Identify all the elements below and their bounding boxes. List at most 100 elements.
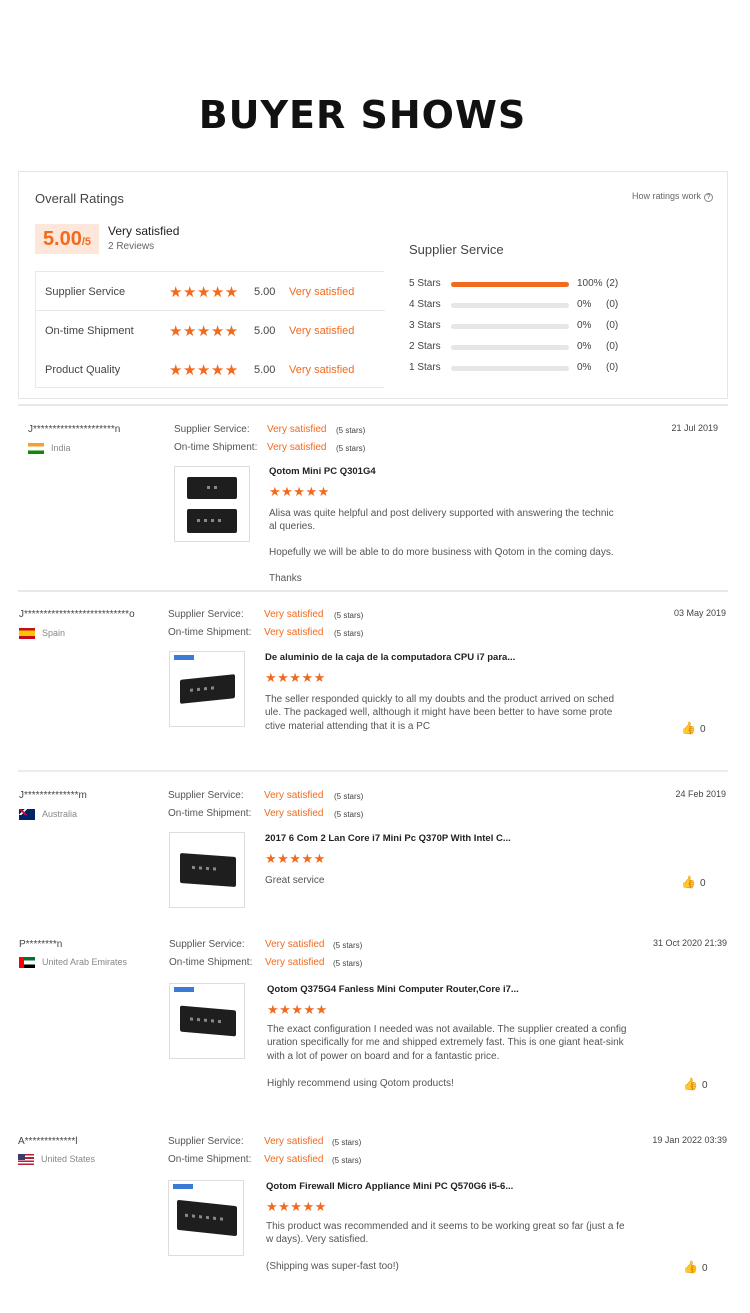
breakdown-label: 1 Stars	[409, 362, 441, 373]
review-text: The exact configuration I needed was not…	[267, 1024, 627, 1035]
review-text: ule. The packaged well, although it migh…	[265, 707, 613, 718]
like-button[interactable]: 👍 0	[681, 875, 706, 889]
mini-pc-image	[180, 674, 235, 704]
like-count: 0	[699, 724, 706, 735]
breakdown-row: 2 Stars 0% (0)	[409, 340, 729, 354]
breakdown-row: 5 Stars 100% (2)	[409, 277, 729, 291]
overall-ratings-header: Overall Ratings	[35, 191, 124, 206]
mini-pc-image	[187, 509, 237, 533]
shipment-stars: (5 stars)	[336, 444, 366, 453]
category-stars-icon: ★★★★★	[169, 284, 239, 301]
category-value: 5.00	[254, 325, 276, 337]
review-user: J**************m	[19, 790, 87, 801]
like-button[interactable]: 👍 0	[683, 1260, 708, 1274]
mini-pc-image	[187, 477, 237, 499]
like-count: 0	[699, 878, 706, 889]
breakdown-count: (0)	[606, 362, 619, 373]
breakdown-track	[451, 282, 569, 287]
product-thumbnail[interactable]	[169, 983, 245, 1059]
overall-ratings-card: Overall Ratings How ratings work? 5.00/5…	[18, 171, 728, 399]
breakdown-label: 4 Stars	[409, 299, 441, 310]
breakdown-title: Supplier Service	[409, 242, 504, 257]
breakdown-count: (0)	[606, 299, 619, 310]
product-title-link[interactable]: 2017 6 Com 2 Lan Core i7 Mini Pc Q370P W…	[265, 833, 511, 844]
qotom-logo	[174, 655, 194, 660]
score-max: /5	[81, 236, 92, 248]
us-flag-icon	[18, 1154, 34, 1166]
product-title-link[interactable]: De aluminio de la caja de la computadora…	[265, 652, 515, 663]
review-text: w days). Very satisfied.	[266, 1234, 369, 1245]
like-button[interactable]: 👍 0	[681, 721, 706, 735]
reviews-count: 2 Reviews	[108, 241, 155, 252]
product-title-link[interactable]: Qotom Firewall Micro Appliance Mini PC Q…	[266, 1181, 513, 1192]
breakdown-row: 1 Stars 0% (0)	[409, 361, 729, 375]
review-user: J*********************n	[28, 424, 121, 435]
like-count: 0	[701, 1080, 708, 1091]
shipment-label: On-time Shipment:	[168, 1154, 252, 1165]
review-text: ctive material attending that it is a PC	[265, 721, 431, 732]
review-stars-icon: ★★★★★	[267, 1002, 328, 1017]
mini-pc-image	[180, 853, 236, 887]
thumbs-up-icon: 👍	[683, 1077, 698, 1091]
uae-flag-icon	[19, 957, 35, 969]
supplier-service-label: Supplier Service:	[168, 790, 244, 801]
help-icon: ?	[704, 193, 713, 202]
shipment-label: On-time Shipment:	[168, 627, 252, 638]
supplier-service-label: Supplier Service:	[174, 424, 250, 435]
category-text: Very satisfied	[289, 325, 355, 337]
category-text: Very satisfied	[289, 364, 355, 376]
review-text: with a lot of power on board and for a f…	[267, 1051, 500, 1062]
product-thumbnail[interactable]	[168, 1180, 244, 1256]
review-item: J*********************n India Supplier S…	[18, 404, 728, 590]
india-flag-icon	[28, 443, 44, 455]
review-text: al queries.	[269, 521, 316, 532]
spain-flag-icon	[19, 628, 35, 640]
thumbs-up-icon: 👍	[681, 721, 696, 735]
product-thumbnail[interactable]	[169, 651, 245, 727]
review-text: Thanks	[269, 573, 302, 584]
review-date: 21 Jul 2019	[671, 423, 718, 433]
shipment-value: Very satisfied	[267, 442, 327, 453]
review-text: Great service	[265, 875, 325, 886]
review-stars-icon: ★★★★★	[266, 1199, 327, 1214]
shipment-stars: (5 stars)	[333, 959, 363, 968]
breakdown-fill	[451, 282, 569, 287]
review-stars-icon: ★★★★★	[265, 851, 326, 866]
breakdown-label: 3 Stars	[409, 320, 441, 331]
review-item: A*************l United States Supplier S…	[18, 1120, 728, 1300]
supplier-service-stars: (5 stars)	[332, 1138, 362, 1147]
category-row: Product Quality ★★★★★ 5.00 Very satisfie…	[36, 350, 385, 389]
category-stars-icon: ★★★★★	[169, 323, 239, 340]
shipment-value: Very satisfied	[265, 957, 325, 968]
product-thumbnail[interactable]	[169, 832, 245, 908]
review-country: Spain	[19, 628, 66, 640]
review-country-name: Spain	[42, 628, 66, 638]
review-country-name: United States	[41, 1154, 96, 1164]
review-text: This product was recommended and it seem…	[266, 1221, 625, 1232]
overall-rating-text: Very satisfied	[108, 224, 180, 238]
qotom-logo	[174, 987, 194, 992]
product-title-link[interactable]: Qotom Mini PC Q301G4	[269, 466, 376, 477]
breakdown-track	[451, 303, 569, 308]
supplier-service-value: Very satisfied	[264, 609, 324, 620]
review-country: United Arab Emirates	[19, 957, 128, 969]
category-value: 5.00	[254, 364, 276, 376]
review-country-name: United Arab Emirates	[42, 957, 128, 967]
how-ratings-work-link[interactable]: How ratings work?	[632, 191, 713, 202]
breakdown-percent: 0%	[577, 299, 592, 310]
product-title-link[interactable]: Qotom Q375G4 Fanless Mini Computer Route…	[267, 984, 519, 995]
category-row: Supplier Service ★★★★★ 5.00 Very satisfi…	[36, 272, 385, 311]
mini-pc-image	[177, 1199, 237, 1237]
score-value: 5.00	[42, 228, 82, 250]
breakdown-percent: 0%	[577, 320, 592, 331]
mini-pc-image	[180, 1005, 236, 1037]
breakdown-count: (0)	[606, 341, 619, 352]
product-thumbnail[interactable]	[174, 466, 250, 542]
review-text: Alisa was quite helpful and post deliver…	[269, 508, 614, 519]
category-name: Product Quality	[45, 364, 121, 376]
review-stars-icon: ★★★★★	[265, 670, 326, 685]
shipment-stars: (5 stars)	[334, 629, 364, 638]
shipment-value: Very satisfied	[264, 627, 324, 638]
like-button[interactable]: 👍 0	[683, 1077, 708, 1091]
review-user: A*************l	[18, 1136, 78, 1147]
